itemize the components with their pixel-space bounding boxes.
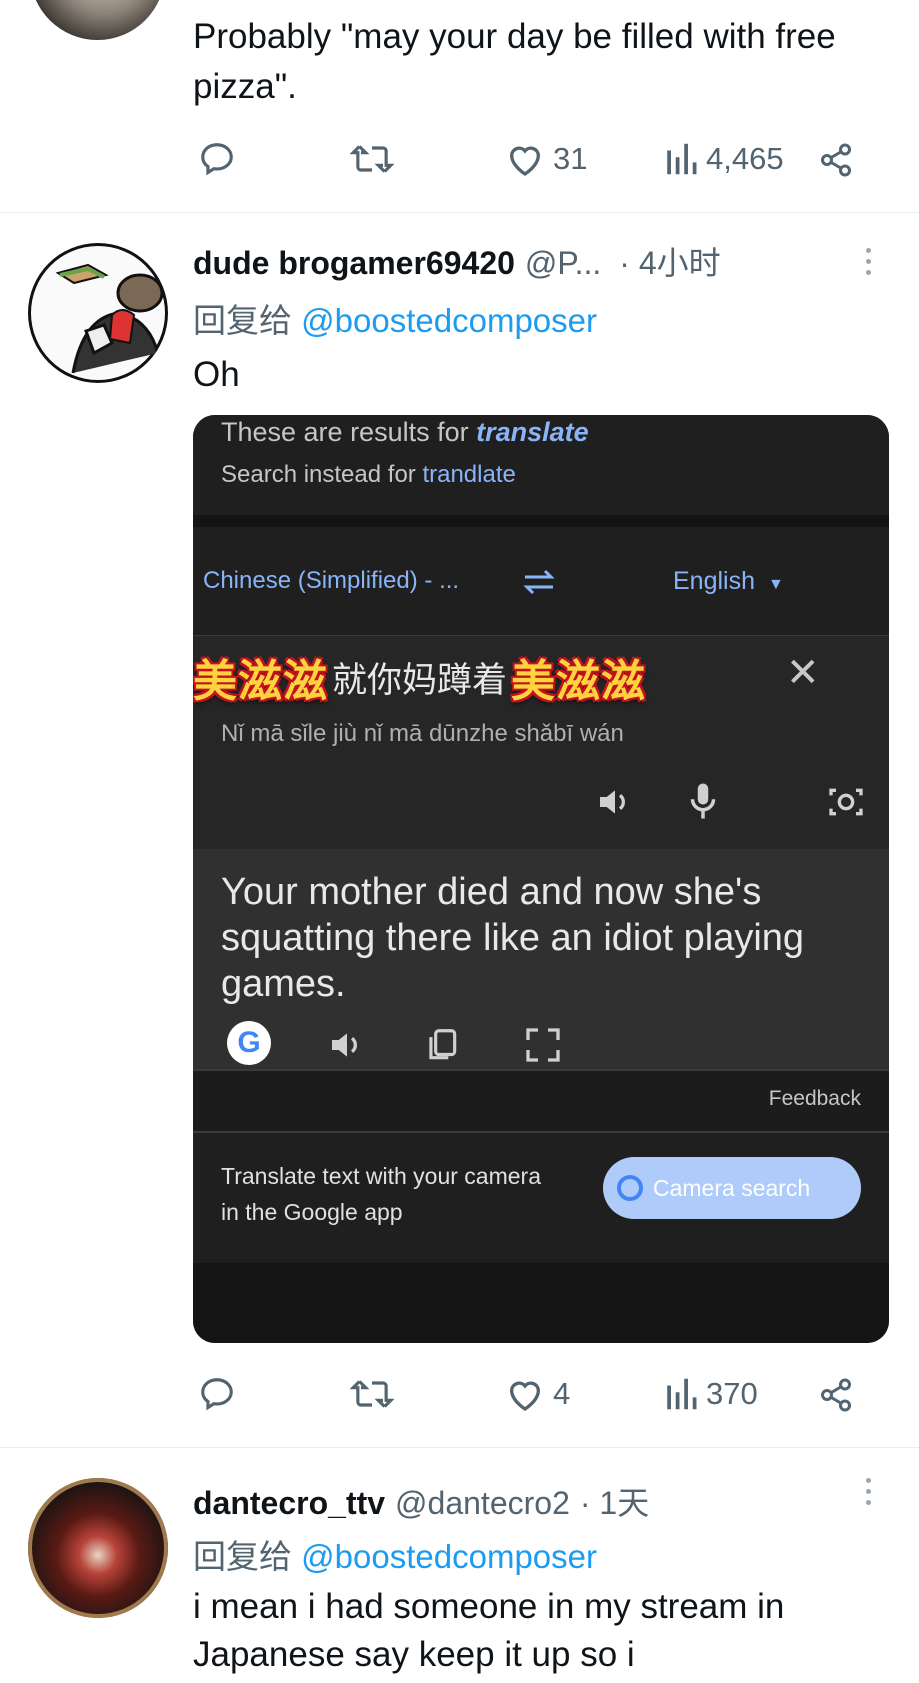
attached-image[interactable]: These are results for translate Search i…	[193, 415, 889, 1343]
retweet-icon	[350, 145, 394, 173]
avatar[interactable]	[28, 1478, 168, 1618]
clear-text-icon[interactable]: ✕	[786, 650, 820, 696]
reply-icon	[201, 1378, 233, 1411]
language-bar: Chinese (Simplified) - ... English ▼	[193, 527, 889, 636]
tweet-text: Probably "may your day be filled with fr…	[193, 17, 836, 106]
promo-text-line1: Translate text with your camera	[221, 1163, 541, 1189]
user-handle[interactable]: @dantecro2	[395, 1485, 570, 1522]
tweet-text-line: Japanese say keep it up so i	[193, 1635, 635, 1674]
divider	[0, 1447, 919, 1448]
more-options-icon[interactable]	[866, 248, 872, 281]
search-correction: These are results for translate Search i…	[193, 415, 889, 515]
retweet-button[interactable]	[350, 1375, 394, 1413]
reply-context: 回复给 @boostedcomposer	[193, 294, 597, 342]
user-handle[interactable]: @P...	[525, 245, 601, 282]
reply-prefix: 回复给	[193, 302, 292, 339]
share-button[interactable]	[818, 1377, 854, 1413]
source-text: 就你妈蹲着	[332, 660, 508, 700]
reply-context: 回复给 @boostedcomposer	[193, 1530, 597, 1578]
search-instead-prefix: Search instead for	[221, 461, 416, 488]
avatar[interactable]	[30, 0, 165, 40]
like-button[interactable]: 31	[505, 140, 587, 178]
like-count: 31	[553, 141, 588, 176]
lens-icon	[617, 1175, 643, 1201]
retweet-button[interactable]	[350, 140, 394, 178]
swap-languages-icon[interactable]	[519, 567, 559, 597]
timestamp[interactable]: · 4小时	[619, 238, 720, 284]
pinyin-text: Nǐ mā sǐle jiù nǐ mā dūnzhe shǎbī wán	[221, 720, 624, 747]
target-language-label: English	[673, 567, 755, 595]
tweet-text-line: i mean i had someone in my stream in	[193, 1587, 785, 1626]
cartoon-avatar-icon	[55, 263, 164, 374]
views-icon	[667, 1378, 697, 1410]
search-instead-term[interactable]: trandlate	[422, 461, 515, 488]
display-name[interactable]: dude brogamer69420	[193, 245, 515, 282]
reply-button[interactable]	[198, 140, 236, 178]
camera-icon[interactable]	[825, 782, 867, 822]
reply-button[interactable]	[198, 1375, 236, 1413]
reply-mention[interactable]: @boostedcomposer	[301, 1538, 597, 1575]
translation-panel: Your mother died and now she's squatting…	[193, 849, 889, 1069]
camera-search-button[interactable]: Camera search	[603, 1157, 861, 1219]
heart-icon	[509, 1381, 541, 1411]
share-button[interactable]	[818, 142, 854, 178]
views-button[interactable]: 370	[664, 1375, 758, 1413]
microphone-icon[interactable]	[685, 780, 721, 822]
like-button[interactable]: 4	[505, 1375, 570, 1413]
reply-mention[interactable]: @boostedcomposer	[301, 302, 597, 339]
source-language-select[interactable]: Chinese (Simplified) - ...	[203, 567, 459, 595]
views-icon	[667, 143, 697, 175]
display-name[interactable]: dantecro_ttv	[193, 1485, 385, 1522]
results-term[interactable]: translate	[476, 417, 589, 447]
timestamp[interactable]: · 1天	[580, 1478, 649, 1524]
results-prefix: These are results for	[221, 417, 469, 447]
google-logo-icon[interactable]: G	[227, 1021, 271, 1065]
reply-icon	[201, 143, 233, 176]
share-icon	[821, 1378, 851, 1412]
feedback-row: Feedback	[193, 1071, 889, 1131]
copy-icon[interactable]	[423, 1025, 461, 1065]
camera-promo: Translate text with your camera in the G…	[193, 1133, 889, 1263]
overlay-sticker: 美滋滋	[511, 657, 647, 706]
reply-prefix: 回复给	[193, 1538, 292, 1575]
views-button[interactable]: 4,465	[664, 140, 784, 178]
like-count: 4	[553, 1376, 571, 1411]
heart-icon	[509, 146, 541, 176]
feedback-link[interactable]: Feedback	[769, 1087, 861, 1111]
promo-text-line2: in the Google app	[221, 1199, 403, 1225]
view-count: 370	[706, 1376, 758, 1411]
source-text-panel[interactable]: 美滋滋 就你妈蹲着 美滋滋 ✕ Nǐ mā sǐle jiù nǐ mā dūn…	[193, 636, 889, 849]
overlay-sticker: 美滋滋	[193, 657, 328, 706]
fullscreen-icon[interactable]	[523, 1025, 563, 1065]
view-count: 4,465	[706, 141, 784, 176]
divider	[0, 212, 919, 213]
share-icon	[821, 143, 851, 177]
dropdown-icon: ▼	[767, 576, 784, 593]
avatar[interactable]	[28, 243, 168, 383]
speaker-icon[interactable]	[595, 782, 635, 822]
tweet-text: Oh	[193, 355, 240, 394]
translation-text: Your mother died and now she's squatting…	[221, 871, 805, 1005]
speaker-icon[interactable]	[327, 1025, 367, 1065]
retweet-icon	[350, 1380, 394, 1408]
target-language-select[interactable]: English ▼	[673, 567, 784, 596]
more-options-icon[interactable]	[866, 1478, 872, 1511]
camera-search-label: Camera search	[653, 1174, 811, 1201]
